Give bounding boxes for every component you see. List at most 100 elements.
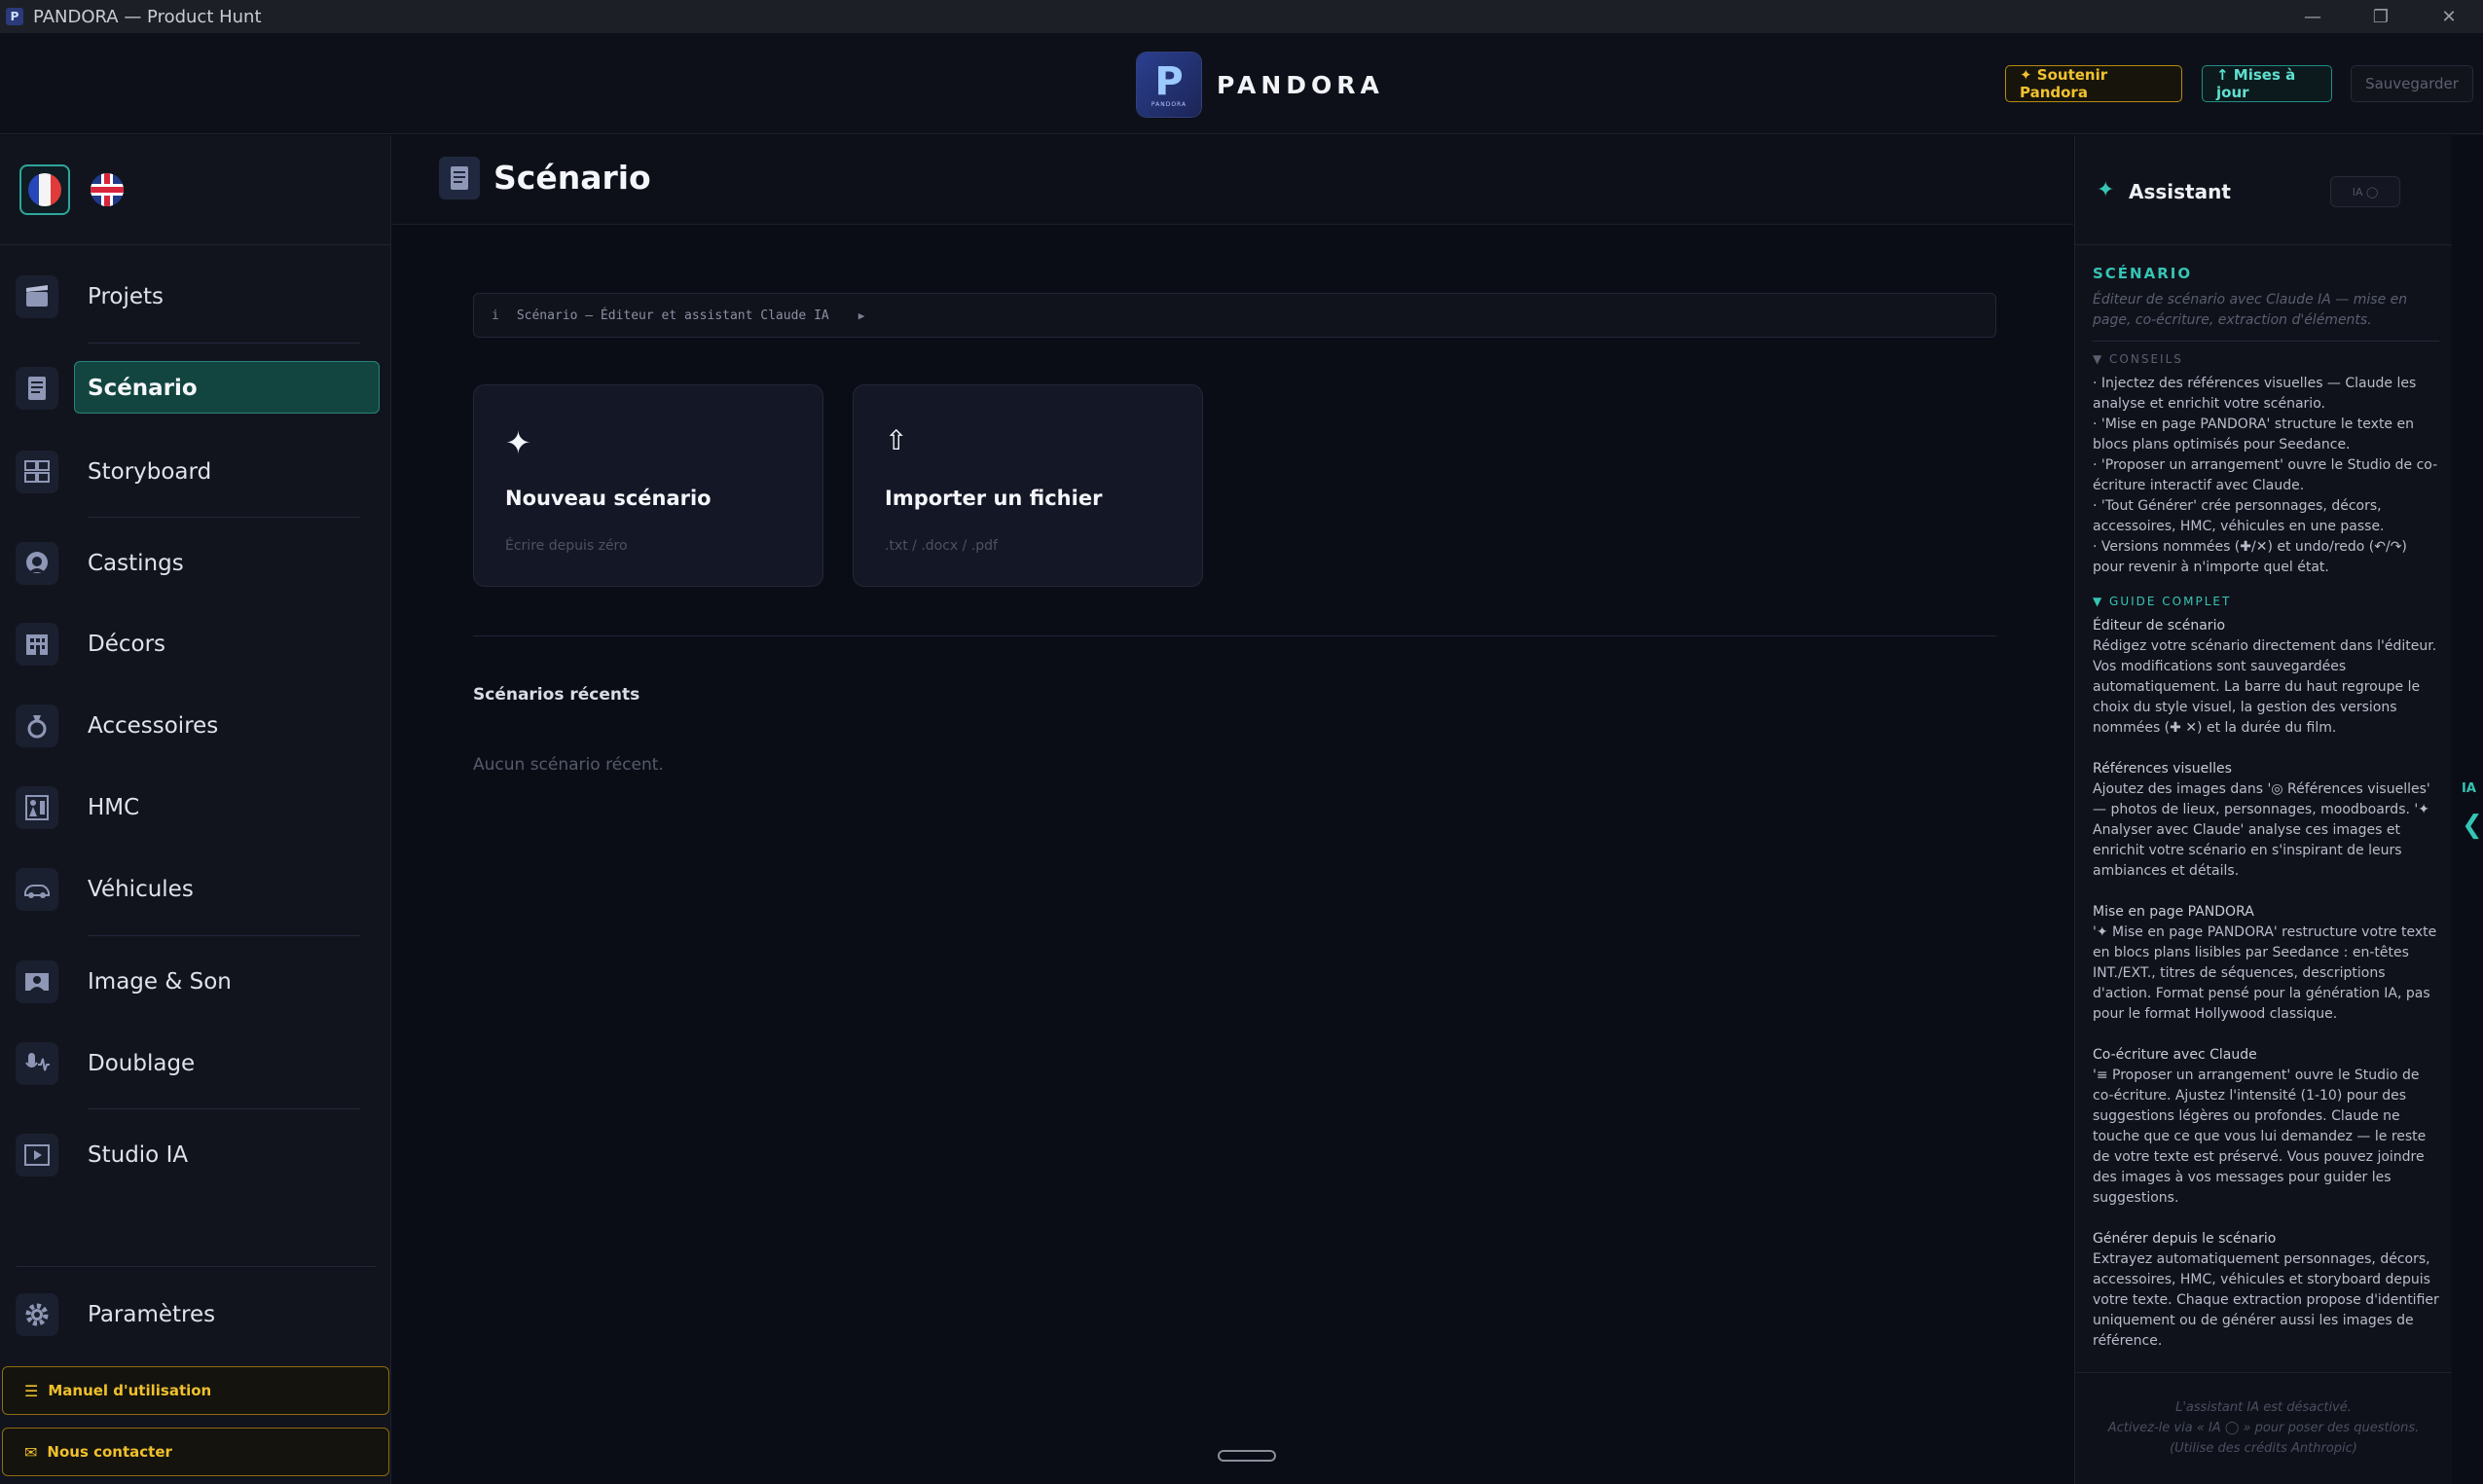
- page-title: Scénario: [493, 159, 651, 197]
- sidebar-item-label: Projets: [88, 284, 164, 309]
- logo-subtext: PANDORA: [1150, 100, 1187, 108]
- sidebar-item-castings[interactable]: Castings: [0, 536, 391, 591]
- expand-arrow-icon: ▶: [858, 308, 865, 322]
- divider: [2093, 341, 2439, 342]
- import-file-card[interactable]: ⇧ Importer un fichier .txt / .docx / .pd…: [853, 384, 1203, 587]
- sidebar-item-accessoires[interactable]: Accessoires: [0, 699, 391, 753]
- assistant-collapse-tab[interactable]: IA ❮: [2452, 135, 2483, 1484]
- manual-label: Manuel d'utilisation: [48, 1382, 212, 1399]
- assistant-body: SCÉNARIO Éditeur de scénario avec Claude…: [2093, 256, 2439, 1372]
- guide-toggle[interactable]: ▼ GUIDE COMPLET: [2093, 592, 2439, 612]
- menu-icon: ☰: [24, 1381, 39, 1400]
- support-button[interactable]: ✦ Soutenir Pandora: [2005, 65, 2182, 102]
- assistant-title: Assistant: [2129, 180, 2231, 203]
- sidebar-item-hmc[interactable]: HMC: [0, 780, 391, 835]
- card-title: Nouveau scénario: [505, 487, 712, 510]
- building-icon: [16, 623, 58, 666]
- studio-icon: [16, 1134, 58, 1176]
- sidebar-item-doublage[interactable]: Doublage: [0, 1036, 391, 1091]
- app-icon: P: [6, 8, 23, 25]
- document-icon: [16, 367, 58, 410]
- tip-item: · 'Tout Générer' crée personnages, décor…: [2093, 498, 2385, 534]
- info-bar[interactable]: i Scénario — Éditeur et assistant Claude…: [473, 293, 1996, 338]
- sidebar-item-storyboard[interactable]: Storyboard: [0, 445, 391, 499]
- sidebar-item-scenario[interactable]: Scénario: [0, 361, 391, 416]
- manual-button[interactable]: ☰ Manuel d'utilisation: [2, 1366, 389, 1415]
- guide-heading: Générer depuis le scénario: [2093, 1231, 2277, 1247]
- sidebar-item-label: Paramètres: [88, 1302, 216, 1327]
- updates-button[interactable]: ↑ Mises à jour: [2202, 65, 2332, 102]
- guide-text: '✦ Mise en page PANDORA' restructure vot…: [2093, 924, 2437, 1022]
- guide-text: Rédigez votre scénario directement dans …: [2093, 638, 2437, 736]
- language-fr-button[interactable]: [19, 164, 70, 215]
- scroll-handle[interactable]: [1218, 1450, 1276, 1462]
- car-icon: [16, 868, 58, 911]
- assistant-panel: ✦ Assistant IA ◯ SCÉNARIO Éditeur de scé…: [2074, 135, 2452, 1484]
- logo-letter: P: [1154, 58, 1184, 104]
- contact-button[interactable]: ✉ Nous contacter: [2, 1428, 389, 1476]
- sidebar-item-studio-ia[interactable]: Studio IA: [0, 1128, 391, 1182]
- sidebar-item-image-son[interactable]: Image & Son: [0, 955, 391, 1009]
- assistant-hint-text: Activez-le via « IA ◯ » pour poser des q…: [2107, 1421, 2420, 1435]
- sidebar-item-label: Scénario: [88, 376, 198, 401]
- divider: [88, 1108, 360, 1109]
- storyboard-icon: [16, 451, 58, 493]
- microphone-icon: [16, 1042, 58, 1085]
- brand: P PANDORA PANDORA: [1137, 53, 1384, 117]
- save-button[interactable]: Sauvegarder: [2351, 65, 2473, 102]
- sidebar-item-parametres[interactable]: Paramètres: [0, 1287, 391, 1342]
- restore-button[interactable]: ❐: [2347, 0, 2415, 33]
- divider: [0, 244, 391, 245]
- contact-label: Nous contacter: [47, 1443, 172, 1461]
- assistant-disabled-text: L'assistant IA est désactivé.: [2175, 1400, 2352, 1415]
- sidebar-item-label: Studio IA: [88, 1142, 189, 1168]
- ia-label: IA: [2462, 781, 2476, 796]
- new-scenario-card[interactable]: ✦ Nouveau scénario Écrire depuis zéro: [473, 384, 823, 587]
- sidebar-item-label: Storyboard: [88, 459, 212, 485]
- sparkle-icon: ✦: [2097, 178, 2115, 202]
- sidebar: Projets Scénario Storyboard Castings Déc…: [0, 135, 391, 1484]
- card-title: Importer un fichier: [885, 487, 1103, 510]
- guide-heading: Co-écriture avec Claude: [2093, 1047, 2257, 1063]
- card-subtitle: Écrire depuis zéro: [505, 538, 628, 554]
- chevron-left-icon: ❮: [2462, 811, 2483, 840]
- main-content: Scénario i Scénario — Éditeur et assista…: [392, 135, 2073, 1484]
- guide-text: '≡ Proposer un arrangement' ouvre le Stu…: [2093, 1068, 2427, 1206]
- sidebar-item-label: Image & Son: [88, 969, 232, 995]
- sidebar-item-label: Doublage: [88, 1051, 196, 1076]
- sidebar-item-label: Accessoires: [88, 713, 219, 739]
- sidebar-item-vehicules[interactable]: Véhicules: [0, 862, 391, 917]
- recent-scenarios-title: Scénarios récents: [473, 685, 640, 705]
- guide-text: Ajoutez des images dans '◎ Références vi…: [2093, 781, 2430, 879]
- gear-icon: [16, 1293, 58, 1336]
- assistant-section-title: SCÉNARIO: [2093, 265, 2193, 282]
- window-titlebar: P PANDORA — Product Hunt — ❐ ✕: [0, 0, 2483, 33]
- assistant-credits-text: (Utilise des crédits Anthropic): [2170, 1441, 2357, 1456]
- sidebar-item-label: HMC: [88, 795, 140, 820]
- language-en-button[interactable]: [82, 164, 132, 215]
- divider: [88, 517, 360, 518]
- info-icon: i: [492, 308, 499, 323]
- tips-toggle[interactable]: ▼ CONSEILS: [2093, 349, 2439, 370]
- minimize-button[interactable]: —: [2279, 0, 2347, 33]
- clapperboard-icon: [16, 275, 58, 318]
- app-header: P PANDORA PANDORA ✦ Soutenir Pandora ↑ M…: [0, 33, 2483, 134]
- sidebar-item-label: Castings: [88, 551, 184, 576]
- assistant-header: ✦ Assistant IA ◯: [2075, 135, 2452, 245]
- upload-icon: ⇧: [885, 424, 908, 456]
- close-button[interactable]: ✕: [2415, 0, 2483, 33]
- brand-name: PANDORA: [1217, 70, 1384, 99]
- divider: [88, 343, 360, 344]
- ai-toggle[interactable]: IA ◯: [2330, 176, 2400, 207]
- sidebar-item-decors[interactable]: Décors: [0, 617, 391, 671]
- guide-heading: Éditeur de scénario: [2093, 618, 2226, 633]
- card-subtitle: .txt / .docx / .pdf: [885, 538, 998, 554]
- sidebar-item-projets[interactable]: Projets: [0, 270, 391, 324]
- recent-scenarios-empty: Aucun scénario récent.: [473, 755, 664, 775]
- page-header: Scénario: [392, 135, 2073, 225]
- mail-icon: ✉: [24, 1442, 38, 1462]
- flag-fr-icon: [28, 173, 61, 206]
- guide-text: Extrayez automatiquement personnages, dé…: [2093, 1251, 2439, 1349]
- guide-heading: Mise en page PANDORA: [2093, 904, 2254, 920]
- assistant-description: Éditeur de scénario avec Claude IA — mis…: [2093, 292, 2408, 328]
